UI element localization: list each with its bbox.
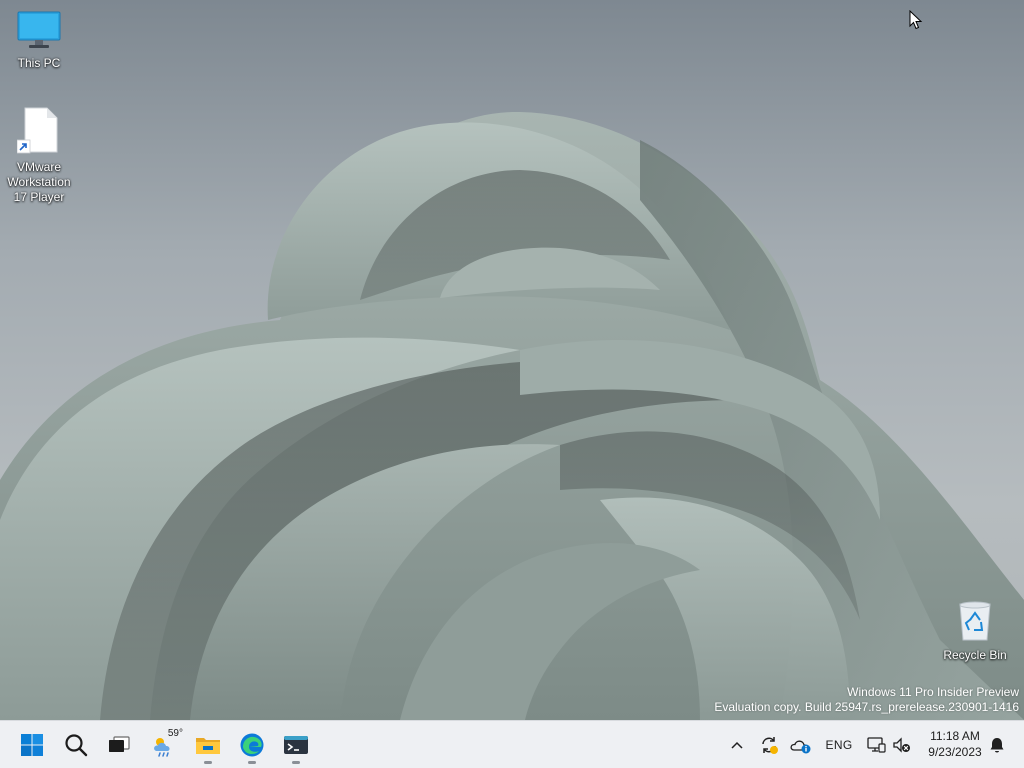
clock-date: 9/23/2023 <box>928 745 982 759</box>
watermark-line1: Windows 11 Pro Insider Preview <box>847 685 1019 699</box>
widgets-button[interactable]: 59° <box>144 725 184 765</box>
volume-tray-button[interactable] <box>890 729 914 761</box>
language-indicator[interactable]: ENG <box>822 729 856 761</box>
desktop-icon-label: Recycle Bin <box>943 648 1007 662</box>
desktop[interactable]: This PC VMware Workstation 17 Player Rec… <box>0 0 1024 720</box>
running-indicator <box>292 761 300 764</box>
clock-time: 11:18 AM <box>930 729 980 743</box>
watermark-line2: Evaluation copy. Build 25947.rs_prerelea… <box>714 700 1019 714</box>
recycle-bin-icon <box>937 600 1013 646</box>
desktop-icon-this-pc[interactable]: This PC <box>1 10 77 71</box>
terminal-icon <box>284 736 308 754</box>
network-tray-button[interactable] <box>864 729 888 761</box>
terminal-button[interactable] <box>276 725 316 765</box>
file-explorer-button[interactable] <box>188 725 228 765</box>
start-button[interactable] <box>12 725 52 765</box>
notifications-button[interactable] <box>986 729 1008 761</box>
chevron-up-icon <box>731 741 743 749</box>
start-icon <box>21 734 43 756</box>
desktop-icon-label: VMware Workstation 17 Player <box>7 160 71 204</box>
running-indicator <box>248 761 256 764</box>
weather-temperature: 59° <box>167 728 183 739</box>
sync-icon <box>762 737 778 754</box>
edge-icon <box>240 733 264 757</box>
bell-icon <box>990 738 1004 753</box>
search-button[interactable] <box>56 725 96 765</box>
sync-tray-button[interactable] <box>756 729 782 761</box>
taskbar: 59° ENG 11:18 AM 9/23/2023 <box>0 720 1024 768</box>
onedrive-tray-button[interactable] <box>788 729 814 761</box>
evaluation-watermark: Windows 11 Pro Insider Preview Evaluatio… <box>714 685 1019 715</box>
task-view-button[interactable] <box>99 725 139 765</box>
desktop-icon-recycle-bin[interactable]: Recycle Bin <box>937 600 1013 663</box>
search-icon <box>65 734 88 757</box>
running-indicator <box>204 761 212 764</box>
show-hidden-icons-button[interactable] <box>726 729 748 761</box>
network-icon <box>867 737 886 753</box>
mouse-cursor-icon <box>909 10 923 30</box>
edge-button[interactable] <box>232 725 272 765</box>
desktop-icon-label: This PC <box>17 56 61 70</box>
task-view-icon <box>109 736 130 752</box>
file-explorer-icon <box>196 738 220 754</box>
clock[interactable]: 11:18 AM 9/23/2023 <box>920 728 990 760</box>
desktop-icon-vmware[interactable]: VMware Workstation 17 Player <box>1 106 77 205</box>
wallpaper <box>0 111 1024 720</box>
cloud-info-icon <box>790 740 811 754</box>
this-pc-icon <box>1 10 77 54</box>
speaker-muted-icon <box>893 737 910 753</box>
file-shortcut-icon <box>1 106 77 158</box>
